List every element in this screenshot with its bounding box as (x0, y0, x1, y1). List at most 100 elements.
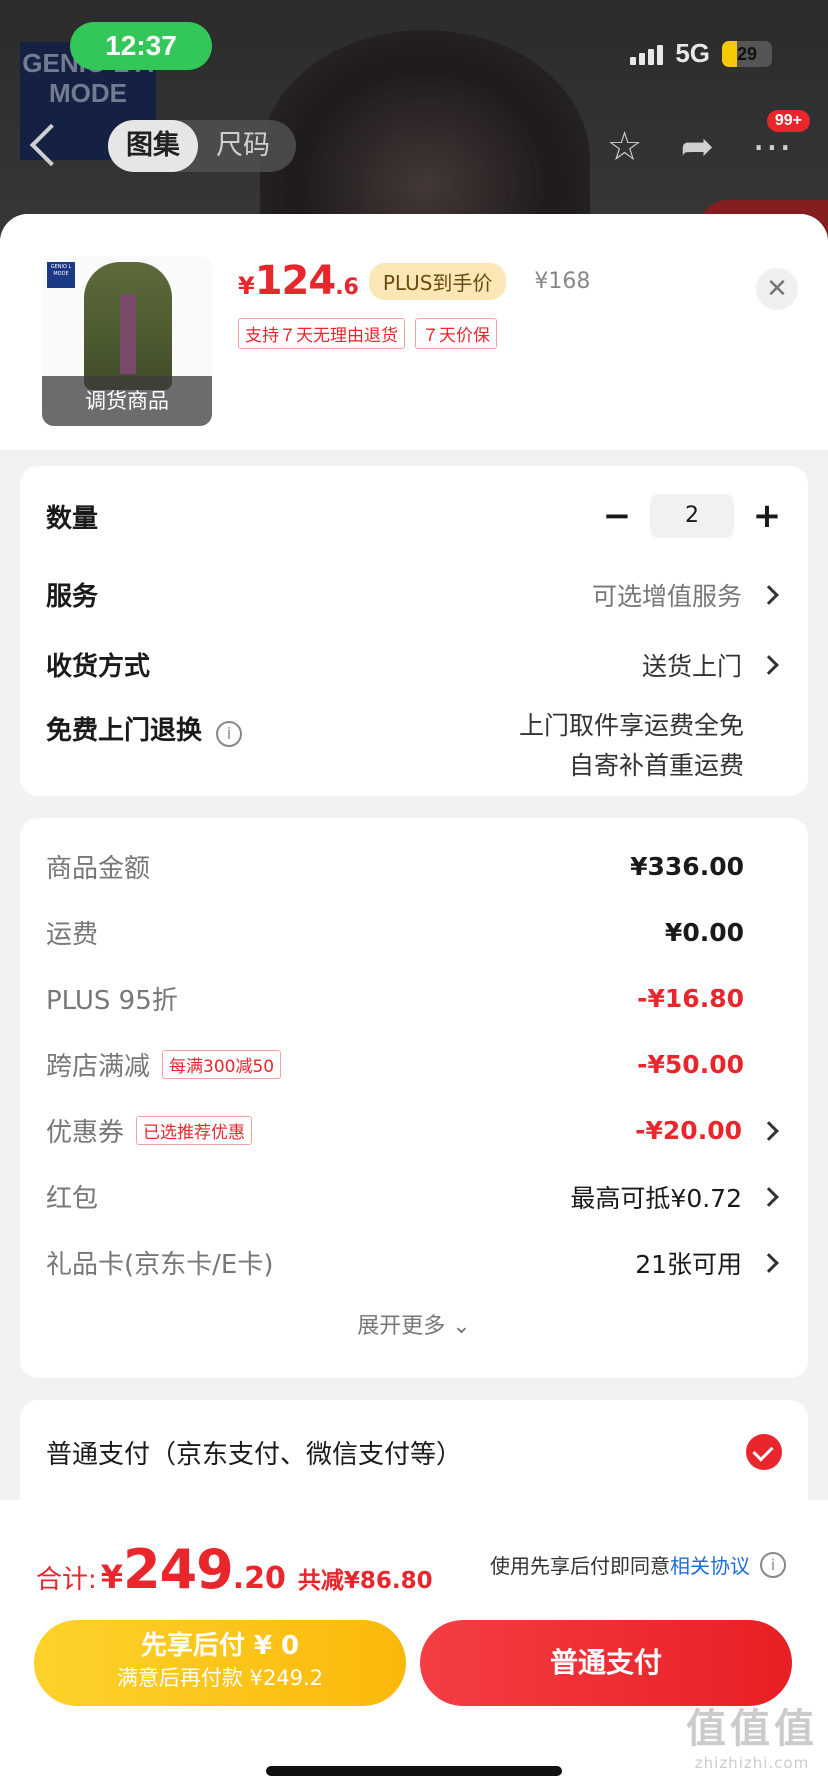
cost-label: 礼品卡(京东卡/E卡) (46, 1250, 274, 1280)
service-row[interactable]: 服务 可选增值服务 (46, 576, 782, 613)
cost-value: 21张可用 (635, 1245, 782, 1281)
cost-value: -¥50.00 (637, 1050, 744, 1079)
expand-more-label: 展开更多 (357, 1314, 446, 1339)
gallery-tabs: 图集 尺码 (108, 120, 296, 172)
coupon-tag: 已选推荐优惠 (136, 1116, 253, 1145)
delivery-value-text: 送货上门 (641, 651, 742, 681)
total-symbol: ¥ (100, 1558, 124, 1596)
pay-later-button[interactable]: 先享后付 ¥ 0 满意后再付款 ¥249.2 (34, 1620, 406, 1706)
favorite-star-icon[interactable]: ☆ (607, 124, 643, 170)
return-policy-tag: 支持７天无理由退货 (238, 318, 405, 349)
back-arrow-icon[interactable] (29, 123, 73, 167)
tab-gallery[interactable]: 图集 (108, 120, 198, 172)
free-return-line1: 上门取件享运费全免 (518, 711, 744, 740)
total-decimal: .20 (232, 1561, 286, 1596)
service-value-text: 可选增值服务 (591, 581, 742, 611)
quantity-input[interactable]: 2 (650, 494, 734, 538)
cost-value: ¥0.00 (664, 918, 744, 947)
price-main: 124 (254, 258, 336, 304)
chevron-right-icon (759, 1186, 779, 1207)
chevron-right-icon (759, 1120, 779, 1141)
product-thumbnail[interactable]: GENIO L MODE 调货商品 (42, 256, 212, 426)
cost-value-text: 21张可用 (635, 1249, 742, 1279)
chevron-right-icon (759, 654, 779, 675)
coupon-row[interactable]: 优惠券 已选推荐优惠 -¥20.00 (46, 1112, 782, 1149)
info-icon[interactable]: i (216, 721, 243, 747)
cost-label: PLUS 95折 (46, 986, 178, 1016)
service-value: 可选增值服务 (592, 577, 782, 613)
agreement-link[interactable]: 相关协议 (670, 1550, 750, 1579)
cost-value-text: 最高可抵¥0.72 (570, 1183, 742, 1213)
agreement-text: 使用先享后付即同意 (490, 1554, 670, 1578)
payment-method-label: 普通支付（京东支付、微信支付等） (46, 1440, 463, 1470)
cost-value: -¥20.00 (635, 1116, 782, 1145)
status-time: 12:37 (70, 22, 212, 70)
cost-label: 商品金额 (46, 854, 151, 884)
total-saving: 共减¥86.80 (297, 1568, 433, 1594)
total-label: 合计: (36, 1565, 97, 1595)
product-summary: GENIO L MODE 调货商品 ¥ 124 .6 PLUS到手价 ¥168 … (0, 214, 828, 450)
service-tags: 支持７天无理由退货 ７天价保 (238, 318, 497, 349)
red-packet-row[interactable]: 红包 最高可抵¥0.72 (46, 1178, 782, 1215)
price-protection-tag: ７天价保 (415, 318, 497, 349)
original-price: ¥168 (534, 268, 591, 294)
plus-price-tag: PLUS到手价 (368, 262, 507, 300)
checkout-bar: 合计: ¥ 249 .20 共减¥86.80 使用先享后付即同意 相关协议 i … (0, 1500, 828, 1792)
delivery-row[interactable]: 收货方式 送货上门 (46, 646, 782, 683)
cost-label: 红包 (46, 1184, 99, 1214)
total-main: 249 (123, 1538, 234, 1601)
pay-now-button[interactable]: 普通支付 (420, 1620, 792, 1706)
service-label: 服务 (46, 582, 99, 612)
more-icon[interactable]: ⋯ 99+ (752, 110, 810, 170)
delivery-value: 送货上门 (642, 647, 782, 683)
battery-icon: 29 (722, 40, 772, 67)
cost-value: ¥336.00 (630, 852, 744, 881)
status-indicators: 5G 29 (630, 38, 772, 69)
watermark-logo: 值值值 (686, 1706, 818, 1752)
cost-value-text: -¥20.00 (635, 1116, 742, 1145)
cost-value: -¥16.80 (637, 984, 744, 1013)
delivery-label: 收货方式 (46, 652, 151, 682)
nav-actions: ☆ ➦ ⋯ 99+ (607, 110, 810, 170)
agreement-note: 使用先享后付即同意 相关协议 i (490, 1550, 786, 1579)
options-card: 数量 − 2 + 服务 可选增值服务 收货方式 送货上门 免费上门退换 i 上门取… (20, 466, 808, 796)
chevron-right-icon (759, 584, 779, 605)
price-symbol: ¥ (238, 272, 255, 300)
decrease-button[interactable]: − (602, 496, 632, 536)
cost-value: 最高可抵¥0.72 (570, 1179, 782, 1215)
gift-card-row[interactable]: 礼品卡(京东卡/E卡) 21张可用 (46, 1244, 782, 1281)
free-return-row: 免费上门退换 i 上门取件享运费全免 自寄补首重运费 (46, 706, 782, 786)
quantity-label: 数量 (46, 503, 99, 534)
jacket-lining (120, 294, 136, 374)
free-return-label-text: 免费上门退换 (46, 716, 203, 746)
tab-size[interactable]: 尺码 (198, 120, 288, 172)
cost-label: 运费 (46, 920, 99, 950)
price-decimal: .6 (335, 275, 359, 300)
network-label: 5G (675, 38, 710, 68)
price-row: ¥ 124 .6 PLUS到手价 ¥168 (238, 258, 590, 304)
cost-row: PLUS 95折 -¥16.80 (46, 980, 782, 1017)
expand-more-button[interactable]: 展开更多 ⌄ (20, 1308, 808, 1340)
cost-label: 优惠券 已选推荐优惠 (46, 1112, 253, 1149)
cost-row: 跨店满减 每满300减50 -¥50.00 (46, 1046, 782, 1083)
cost-label-text: 优惠券 (46, 1118, 125, 1148)
close-icon[interactable]: ✕ (756, 268, 798, 310)
chevron-right-icon (759, 1252, 779, 1273)
share-icon[interactable]: ➦ (680, 124, 714, 170)
chevron-down-icon: ⌄ (452, 1314, 471, 1339)
increase-button[interactable]: + (752, 496, 782, 536)
discount-tag: 每满300减50 (162, 1050, 282, 1079)
cost-row: 运费 ¥0.00 (46, 914, 782, 951)
info-icon[interactable]: i (760, 1551, 786, 1578)
pay-later-line2: 满意后再付款 ¥249.2 (116, 1666, 324, 1690)
free-return-label: 免费上门退换 i (46, 710, 243, 747)
brand-tag-icon: GENIO L MODE (47, 262, 75, 288)
free-return-line2: 自寄补首重运费 (568, 751, 744, 780)
free-return-detail: 上门取件享运费全免 自寄补首重运费 (519, 706, 744, 786)
checkmark-icon[interactable] (746, 1434, 782, 1470)
cost-label: 跨店满减 每满300减50 (46, 1046, 282, 1083)
quantity-stepper: − 2 + (602, 494, 782, 538)
site-watermark: 值值值 zhizhizhi.com (686, 1696, 818, 1772)
quantity-row: 数量 − 2 + (46, 494, 782, 538)
total-row: 合计: ¥ 249 .20 共减¥86.80 (36, 1538, 433, 1601)
